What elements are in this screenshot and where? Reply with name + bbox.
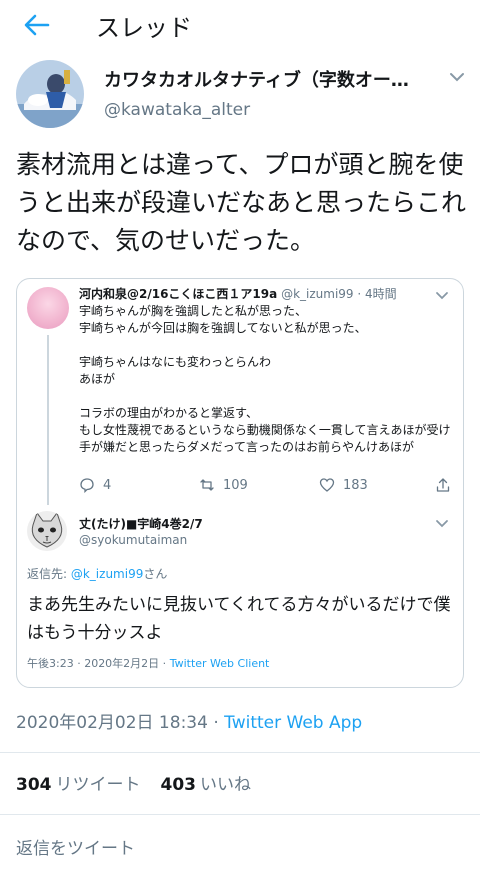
tweet-author: カワタカオルタナティブ（字数オー… @kawataka_alter: [0, 56, 480, 136]
like-button[interactable]: 183: [319, 475, 368, 495]
quoted-tweet-text: 宇崎ちゃんが胸を強調したと私が思った、 宇崎ちゃんが今回は胸を強調してないと私が…: [79, 304, 451, 454]
tweet-client-link[interactable]: Twitter Web App: [224, 713, 362, 733]
like-count: 183: [343, 477, 368, 493]
chevron-down-icon[interactable]: [435, 515, 449, 529]
divider: [0, 752, 480, 753]
share-icon: [436, 478, 450, 492]
reply-button[interactable]: 4: [79, 475, 111, 495]
reply-compose-input[interactable]: 返信をツイート: [16, 834, 135, 859]
tweet-datetime: 2020年02月02日 18:34 ·: [16, 713, 225, 733]
likes-count: 403: [160, 775, 197, 795]
quoted-author-name[interactable]: 河内和泉@2/16こくほこ西１ア19a: [79, 287, 277, 301]
retweet-button[interactable]: 109: [199, 475, 248, 495]
reply-to-prefix: 返信先:: [27, 567, 71, 581]
back-arrow-icon[interactable]: [22, 10, 52, 40]
likes-stat[interactable]: 403 いいね: [161, 775, 252, 795]
likes-label: いいね: [200, 775, 251, 795]
tweet-stats: 304 リツイート 403 いいね: [16, 770, 251, 795]
retweets-stat[interactable]: 304 リツイート: [16, 775, 141, 795]
quoted-tweet-time: · 4時間: [357, 287, 397, 301]
quoted-author-avatar[interactable]: [27, 287, 69, 329]
author-handle[interactable]: @kawataka_alter: [104, 100, 250, 120]
reply-count: 4: [103, 477, 112, 493]
chevron-down-icon[interactable]: [435, 287, 449, 301]
quoted-tweet-header: 河内和泉@2/16こくほこ西１ア19a @k_izumi99 · 4時間: [79, 285, 459, 302]
tweet-text: 素材流用とは違って、プロが頭と腕を使うと出来が段違いだなあと思ったらこれなので、…: [16, 150, 467, 255]
reply-author-handle[interactable]: @syokumutaiman: [79, 533, 187, 547]
page-title: スレッド: [96, 14, 192, 42]
reply-to-suffix: さん: [143, 567, 168, 581]
top-bar: スレッド: [0, 0, 480, 50]
tweet-timestamp: 2020年02月02日 18:34 · Twitter Web App: [16, 708, 362, 733]
retweets-label: リツイート: [55, 775, 141, 795]
retweets-count: 304: [16, 775, 52, 795]
chevron-down-icon[interactable]: [448, 68, 466, 86]
quoted-tweet-actions: 4 109 183: [79, 475, 459, 495]
reply-to-line: 返信先: @k_izumi99さん: [27, 565, 167, 582]
quoted-author-handle[interactable]: @k_izumi99: [281, 287, 353, 301]
retweet-icon: [200, 479, 214, 491]
divider: [0, 814, 480, 815]
reply-tweet-client-link[interactable]: Twitter Web Client: [170, 657, 270, 670]
reply-tweet-time: 午後3:23 · 2020年2月2日 ·: [27, 657, 170, 670]
retweet-count: 109: [223, 477, 248, 493]
reply-tweet-text: まあ先生みたいに見抜いてくれてる方々がいるだけで僕はもう十分ッスよ: [27, 595, 451, 643]
heart-icon: [319, 478, 335, 492]
author-name[interactable]: カワタカオルタナティブ（字数オー…: [104, 66, 434, 92]
reply-author-name[interactable]: 丈(たけ)■宇崎4巻2/7: [79, 515, 203, 532]
author-avatar[interactable]: [16, 60, 84, 128]
reply-author-avatar[interactable]: [27, 511, 67, 551]
share-button[interactable]: [435, 475, 459, 495]
reply-icon: [80, 478, 94, 493]
reply-to-link[interactable]: @k_izumi99: [71, 567, 143, 581]
reply-tweet-meta: 午後3:23 · 2020年2月2日 · Twitter Web Client: [27, 655, 269, 671]
quoted-tweet-card[interactable]: 河内和泉@2/16こくほこ西１ア19a @k_izumi99 · 4時間 宇崎ち…: [16, 278, 464, 688]
thread-line: [47, 335, 49, 505]
